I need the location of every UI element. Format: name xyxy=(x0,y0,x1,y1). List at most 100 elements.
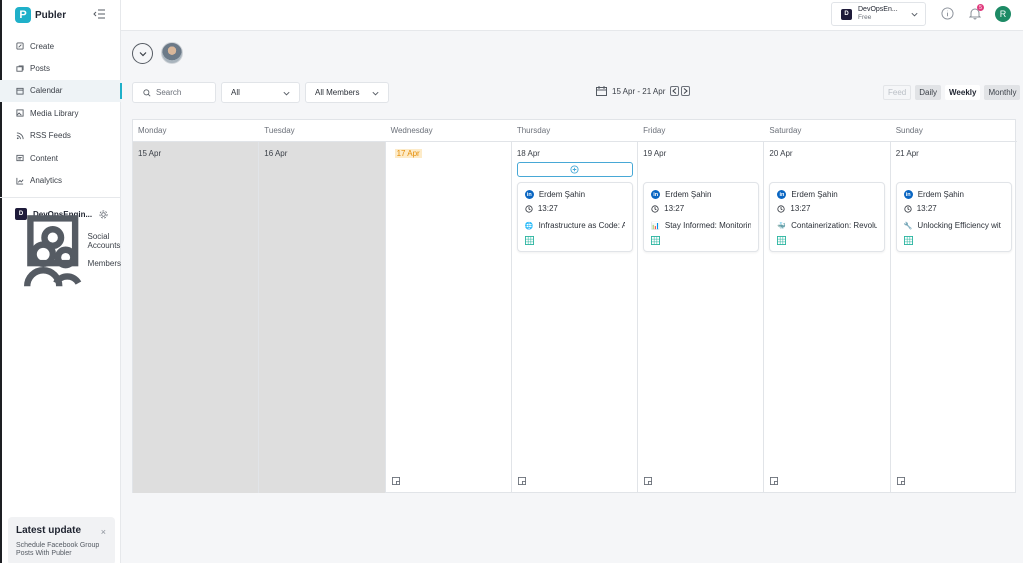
post-text: Unlocking Efficiency wit xyxy=(917,221,1001,230)
note-icon[interactable] xyxy=(770,477,779,485)
sidebar-item-label: Social Accounts xyxy=(87,232,121,251)
sidebar-item-label: Content xyxy=(30,153,59,163)
day-cell[interactable]: 21 Apr in Erdem Şahin 13:27 🔧 Unlocking Effic… xyxy=(891,142,1017,493)
plus-circle-icon xyxy=(570,165,579,174)
brand[interactable]: P Publer xyxy=(15,6,66,24)
next-week-button[interactable] xyxy=(681,86,691,96)
sidebar-item-label: Members xyxy=(87,259,121,269)
note-icon[interactable] xyxy=(391,477,400,485)
calendar-icon[interactable] xyxy=(596,86,607,96)
day-date: 15 Apr xyxy=(138,149,162,158)
account-badge: D xyxy=(841,8,852,20)
post-text: Stay Informed: Monitorin xyxy=(664,221,752,230)
post-card[interactable]: in Erdem Şahin 13:27 📊 Stay Informed: Monito… xyxy=(643,182,760,252)
collapse-sidebar-icon[interactable] xyxy=(93,9,105,19)
post-time: 13:27 xyxy=(664,204,685,213)
update-body[interactable]: Schedule Facebook Group Posts With Puble… xyxy=(16,542,106,558)
chevron-left-icon xyxy=(672,88,677,94)
weekday-tuesday: Tuesday xyxy=(264,126,295,135)
note-icon[interactable] xyxy=(644,477,653,485)
sidebar-item-rss-feeds[interactable]: RSS Feeds xyxy=(0,125,121,147)
post-author: Erdem Şahin xyxy=(917,190,964,199)
post-text: Infrastructure as Code: A xyxy=(538,221,625,230)
sidebar-divider xyxy=(0,197,121,198)
weekday-saturday: Saturday xyxy=(769,126,802,135)
sidebar-item-label: Media Library xyxy=(30,108,79,118)
info-icon[interactable] xyxy=(941,7,954,20)
view-feed-button: Feed xyxy=(883,85,912,100)
view-weekly-button[interactable]: Weekly xyxy=(945,85,981,100)
post-card[interactable]: in Erdem Şahin 13:27 🔧 Unlocking Efficiency … xyxy=(895,182,1012,252)
post-time: 13:27 xyxy=(790,204,811,213)
weekday-monday: Monday xyxy=(138,126,167,135)
profile-avatar[interactable] xyxy=(161,42,183,64)
note-icon[interactable] xyxy=(517,477,526,485)
search-input[interactable]: Search xyxy=(132,82,216,103)
media-grid-icon xyxy=(777,236,787,245)
sidebar-item-content[interactable]: Content xyxy=(0,147,121,169)
day-cell[interactable]: 16 Apr xyxy=(259,142,386,493)
workspace-nav: Social Accounts Members xyxy=(0,215,121,287)
post-card[interactable]: in Erdem Şahin 13:27 🌐 Infrastructure as Cod… xyxy=(516,182,633,252)
sidebar-item-media-library[interactable]: Media Library xyxy=(0,102,121,124)
sidebar-item-members[interactable]: Members xyxy=(0,241,121,287)
close-icon[interactable]: × xyxy=(101,527,106,537)
view-monthly-button[interactable]: Monthly xyxy=(984,85,1021,100)
chevron-down-icon xyxy=(372,91,379,96)
day-date: 20 Apr xyxy=(769,149,793,158)
sidebar-item-label: Posts xyxy=(30,64,51,74)
day-cell[interactable]: 17 Apr xyxy=(386,142,512,493)
members-select-value: All Members xyxy=(315,88,360,97)
add-post-button[interactable] xyxy=(516,162,633,177)
latest-update-panel[interactable]: Latest update × Schedule Facebook Group … xyxy=(8,517,115,563)
linkedin-icon: in xyxy=(651,190,661,199)
post-emoji: 📊 xyxy=(651,222,660,230)
week-calendar: Monday Tuesday Wednesday Thursday Friday Satu… xyxy=(132,119,1017,493)
account-name: DevOpsEn... xyxy=(858,6,898,13)
clock-icon xyxy=(904,204,912,213)
chevron-right-icon xyxy=(684,88,689,94)
day-cell[interactable]: 15 Apr xyxy=(133,142,260,493)
post-text: Containerization: Revolut xyxy=(791,221,878,230)
filter-select[interactable]: All xyxy=(221,82,300,103)
gear-icon[interactable] xyxy=(99,209,108,219)
sidebar-item-label: Calendar xyxy=(30,86,63,96)
day-cell[interactable]: 19 Apr in Erdem Şahin 13:27 📊 Stay Informed: … xyxy=(638,142,765,493)
day-cell[interactable]: 18 Apr in Erdem Şahin 13:27 🌐 Infrastructure … xyxy=(512,142,639,493)
sidebar-item-create[interactable]: Create xyxy=(0,35,121,57)
post-card[interactable]: in Erdem Şahin 13:27 🐳 Containerization: Rev… xyxy=(769,182,886,252)
day-date: 18 Apr xyxy=(516,149,540,158)
image-icon xyxy=(16,109,24,117)
publer-logo-icon: P xyxy=(15,7,31,23)
post-emoji: 🌐 xyxy=(524,222,534,230)
day-date: 21 Apr xyxy=(895,149,919,158)
account-switcher[interactable]: D DevOpsEn... Free xyxy=(831,2,926,26)
today-date: 17 Apr xyxy=(394,149,422,158)
sidebar-item-posts[interactable]: Posts xyxy=(0,57,121,79)
view-switcher: Feed Daily Weekly Monthly xyxy=(883,85,1021,100)
media-grid-icon xyxy=(903,236,913,245)
post-time: 13:27 xyxy=(916,204,937,213)
day-cell[interactable]: 20 Apr in Erdem Şahin 13:27 🐳 Containerizatio… xyxy=(764,142,891,493)
filter-select-value: All xyxy=(231,88,240,97)
members-select[interactable]: All Members xyxy=(305,82,389,103)
expand-profiles-button[interactable] xyxy=(132,43,153,64)
post-author: Erdem Şahin xyxy=(665,190,712,199)
edit-icon xyxy=(16,42,24,50)
day-date: 16 Apr xyxy=(264,149,288,158)
members-icon xyxy=(24,241,82,287)
user-avatar[interactable]: R xyxy=(995,6,1011,22)
sidebar-item-analytics[interactable]: Analytics xyxy=(0,169,121,191)
view-daily-button[interactable]: Daily xyxy=(915,85,942,100)
day-date: 19 Apr xyxy=(643,149,667,158)
update-title: Latest update xyxy=(16,525,82,536)
sidebar-item-calendar[interactable]: Calendar xyxy=(0,79,122,103)
calendar-icon xyxy=(16,87,24,95)
sidebar: P Publer Create Posts Calendar Media Librar… xyxy=(0,0,122,563)
prev-week-button[interactable] xyxy=(670,86,680,96)
note-icon[interactable] xyxy=(896,477,905,485)
search-placeholder: Search xyxy=(156,88,182,97)
clock-icon xyxy=(651,204,659,213)
post-emoji: 🔧 xyxy=(903,222,913,230)
linkedin-icon: in xyxy=(524,190,534,199)
